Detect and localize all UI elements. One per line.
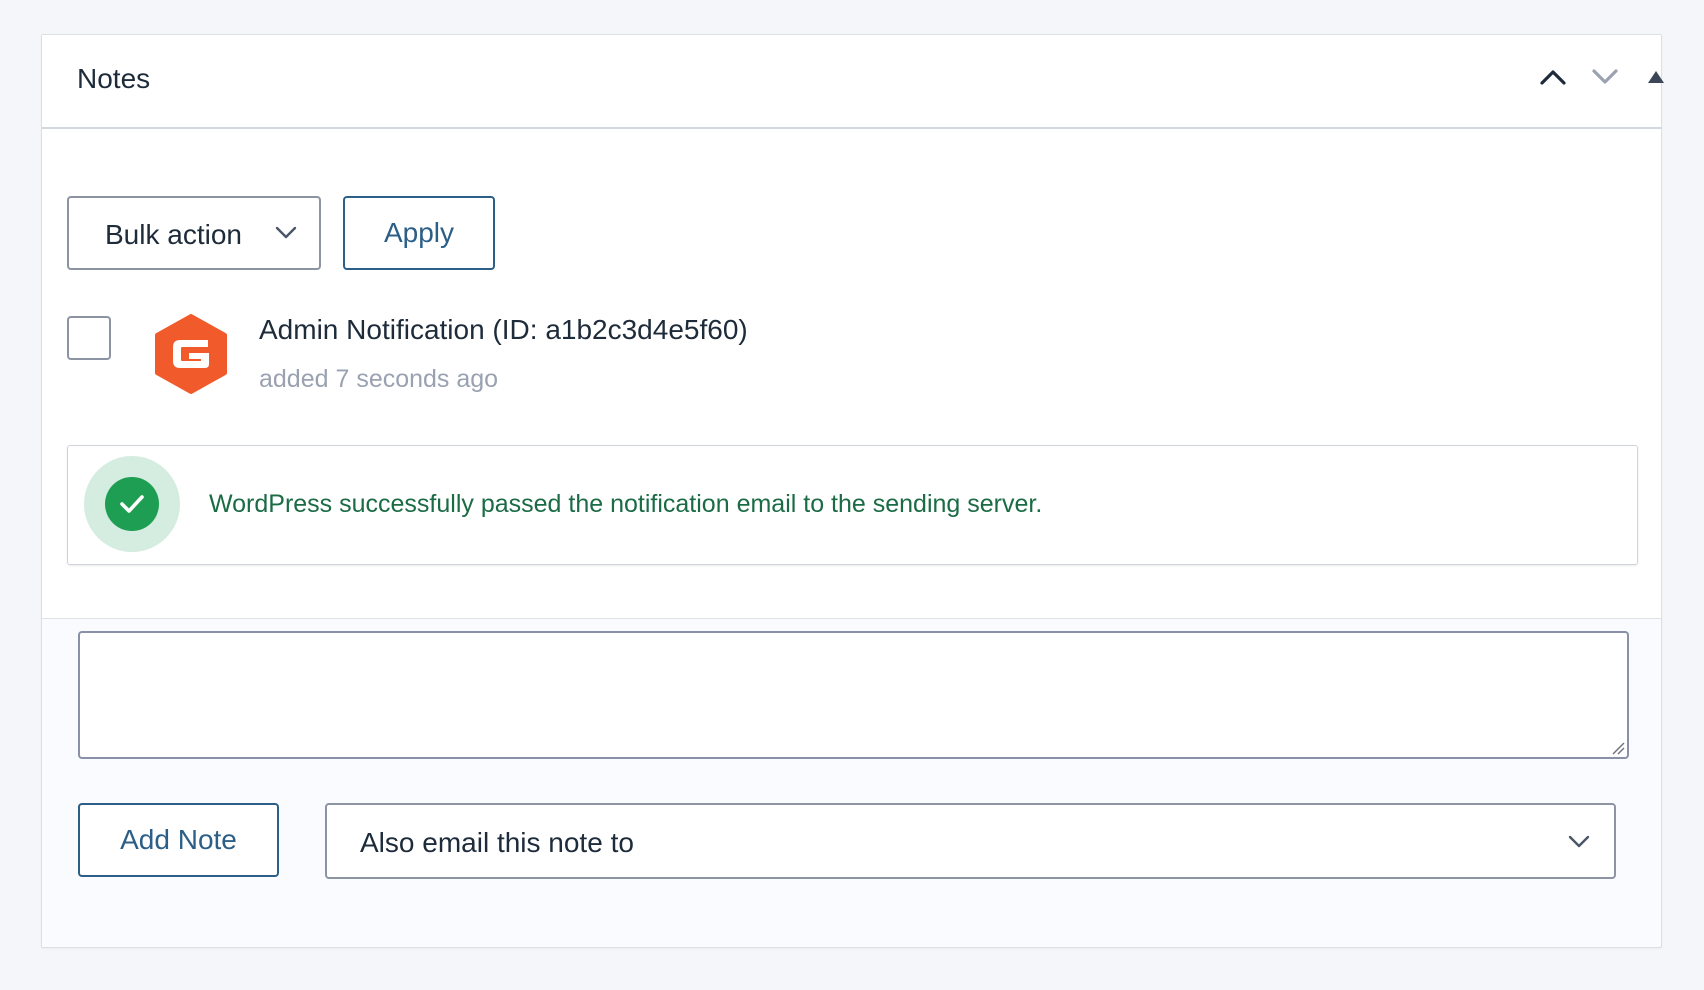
move-down-button[interactable] xyxy=(1585,57,1625,97)
note-timestamp: added 7 seconds ago xyxy=(259,365,499,393)
notes-panel: Notes Bulk action Apply Admin Notificati… xyxy=(41,34,1664,948)
add-note-button[interactable]: Add Note xyxy=(78,803,279,877)
chevron-down-icon xyxy=(1592,69,1618,84)
chevron-down-icon xyxy=(1568,835,1590,848)
resize-grip-icon[interactable] xyxy=(1611,741,1625,755)
status-icon-halo xyxy=(84,456,180,552)
chevron-down-icon xyxy=(275,226,297,239)
email-note-select[interactable]: Also email this note to xyxy=(325,803,1616,879)
note-status-message: WordPress successfully passed the notifi… xyxy=(67,445,1638,565)
panel-title: Notes xyxy=(77,63,151,94)
note-textarea[interactable] xyxy=(78,631,1629,759)
email-select-label: Also email this note to xyxy=(360,827,634,858)
panel-header: Notes xyxy=(42,35,1664,129)
gravity-forms-logo-icon xyxy=(155,314,227,394)
bulk-action-label: Bulk action xyxy=(105,219,242,250)
bulk-action-select[interactable]: Bulk action xyxy=(67,196,321,270)
triangle-up-icon xyxy=(1648,71,1664,83)
notes-list-section: Bulk action Apply Admin Notification (ID… xyxy=(42,129,1661,619)
chevron-up-icon xyxy=(1540,70,1566,85)
apply-button[interactable]: Apply xyxy=(343,196,495,270)
note-title: Admin Notification (ID: a1b2c3d4e5f60) xyxy=(259,314,748,345)
note-select-checkbox[interactable] xyxy=(67,316,111,360)
check-circle-icon xyxy=(105,477,159,531)
toggle-panel-button[interactable] xyxy=(1636,57,1676,97)
status-message-text: WordPress successfully passed the notifi… xyxy=(209,490,1043,518)
move-up-button[interactable] xyxy=(1533,57,1573,97)
